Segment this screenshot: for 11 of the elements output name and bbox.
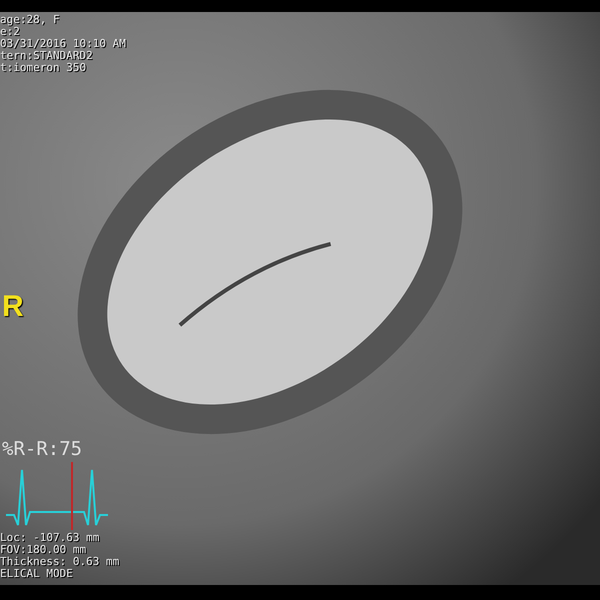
orientation-marker: R	[2, 290, 24, 324]
scan-parameter-text: Thickness: 0.63 mm	[0, 556, 120, 568]
patient-info-text: e:2	[0, 26, 20, 38]
patient-info-text: t:iomeron 350	[0, 62, 88, 74]
scan-parameter-text: FOV:180.00 mm	[0, 544, 88, 556]
patient-info-text: age:28, F	[0, 14, 61, 26]
patient-info-text: tern:STANDARD2	[0, 50, 94, 62]
scan-parameter-text: Loc: -107.63 mm	[0, 532, 100, 544]
gating-label: %R-R:75	[2, 438, 82, 460]
patient-info-text: 03/31/2016 10:10 AM	[0, 38, 126, 50]
scan-parameter-text: ELICAL MODE	[0, 568, 74, 580]
